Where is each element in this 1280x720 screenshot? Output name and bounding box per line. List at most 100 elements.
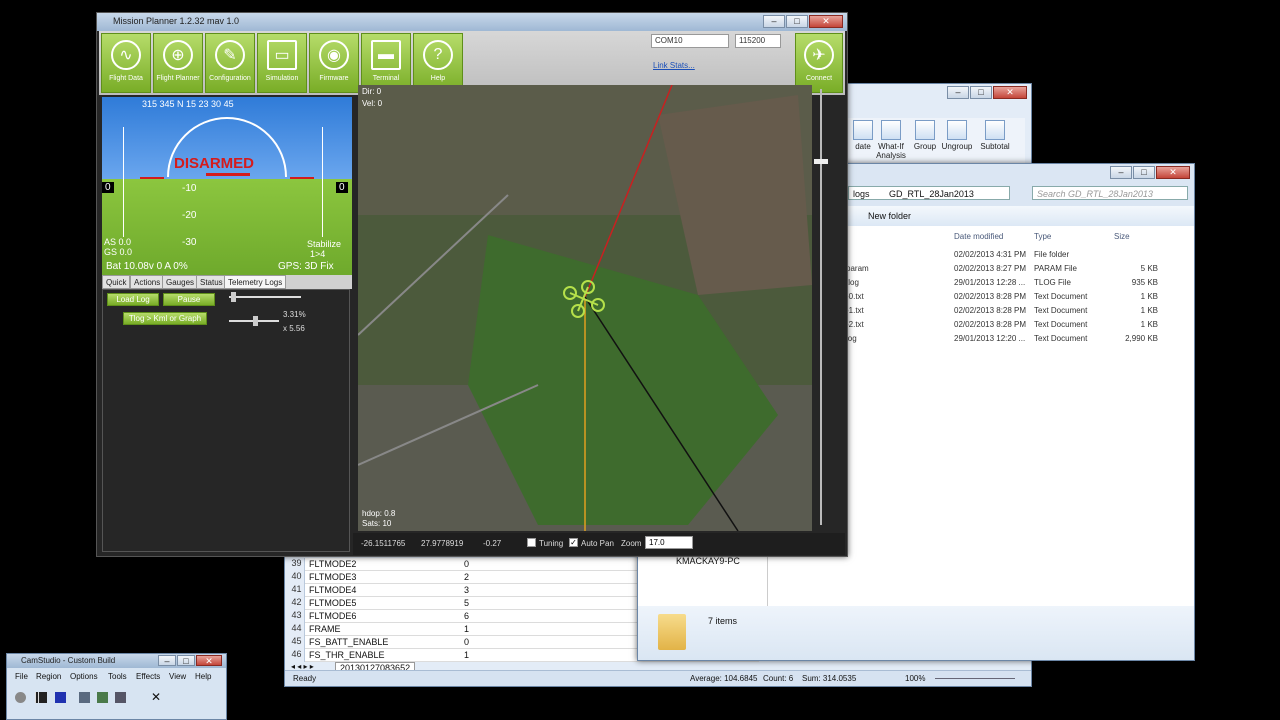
- minimize-icon[interactable]: –: [763, 15, 785, 28]
- param-name[interactable]: FRAME: [309, 624, 341, 634]
- maximize-icon[interactable]: □: [177, 655, 195, 666]
- record-icon[interactable]: [15, 692, 26, 703]
- close-icon[interactable]: ✕: [1156, 166, 1190, 179]
- ribbon-subtotal[interactable]: Subtotal: [977, 118, 1013, 151]
- close-icon[interactable]: ✕: [196, 655, 222, 666]
- menu-region[interactable]: Region: [36, 672, 61, 681]
- minimize-icon[interactable]: –: [1110, 166, 1132, 179]
- minimize-icon[interactable]: –: [947, 86, 969, 99]
- tab-gauges[interactable]: Gauges: [162, 275, 199, 289]
- file-name: -2.txt: [846, 320, 864, 329]
- settings-icon[interactable]: [115, 692, 126, 703]
- param-value[interactable]: 5: [459, 598, 469, 608]
- menu-help[interactable]: Help: [195, 672, 211, 681]
- flight-data-button[interactable]: ∿ Flight Data: [101, 33, 151, 93]
- tab-status[interactable]: Status: [196, 275, 227, 289]
- cursor-icon[interactable]: ✕: [151, 690, 161, 704]
- new-folder-button[interactable]: New folder: [868, 211, 911, 221]
- maximize-icon[interactable]: □: [970, 86, 992, 99]
- ribbon-label: Group: [913, 142, 937, 151]
- log-progress-slider[interactable]: [229, 296, 301, 298]
- tab-quick[interactable]: Quick: [102, 275, 131, 289]
- param-value[interactable]: 0: [459, 637, 469, 647]
- load-log-button[interactable]: Load Log: [107, 293, 159, 306]
- auto-pan-checkbox[interactable]: ✓: [569, 538, 578, 547]
- flight-planner-button[interactable]: ⊕ Flight Planner: [153, 33, 203, 93]
- maximize-icon[interactable]: □: [1133, 166, 1155, 179]
- button-label: Help: [430, 75, 446, 82]
- terminal-button[interactable]: ▬ Terminal: [361, 33, 411, 93]
- menu-view[interactable]: View: [169, 672, 186, 681]
- battery-status: Bat 10.08v 0 A 0%: [106, 261, 188, 272]
- ribbon-label: date: [855, 142, 871, 151]
- slider-thumb[interactable]: [231, 292, 236, 302]
- menu-file[interactable]: File: [15, 672, 28, 681]
- cam-title-buttons: – □ ✕: [158, 655, 222, 666]
- param-value[interactable]: 0: [459, 559, 469, 569]
- configuration-button[interactable]: ✎ Configuration: [205, 33, 255, 93]
- row-number: 42: [289, 597, 305, 610]
- zoom-slider[interactable]: [935, 678, 1015, 679]
- help-button[interactable]: ? Help: [413, 33, 463, 93]
- velocity-readout: Vel: 0: [362, 99, 383, 108]
- param-name[interactable]: FLTMODE3: [309, 572, 356, 582]
- pause-button[interactable]: Pause: [163, 293, 215, 306]
- tab-actions[interactable]: Actions: [130, 275, 165, 289]
- breadcrumb[interactable]: logs: [853, 189, 870, 199]
- param-name[interactable]: FS_BATT_ENABLE: [309, 637, 388, 647]
- ribbon-what-if[interactable]: What-If Analysis: [873, 118, 909, 160]
- mission-planner-window[interactable]: Mission Planner 1.2.32 mav 1.0 – □ ✕ ∿ Fl…: [96, 12, 848, 557]
- maximize-icon[interactable]: □: [786, 15, 808, 28]
- tab-telemetry-logs[interactable]: Telemetry Logs: [224, 275, 287, 289]
- zoom-thumb[interactable]: [814, 159, 828, 164]
- close-icon[interactable]: ✕: [993, 86, 1027, 99]
- param-value[interactable]: 1: [459, 624, 469, 634]
- param-value[interactable]: 1: [459, 650, 469, 660]
- link-stats-link[interactable]: Link Stats...: [653, 61, 695, 70]
- altitude-readout: 0: [336, 182, 348, 193]
- param-name[interactable]: FLTMODE2: [309, 559, 356, 569]
- baud-select[interactable]: 115200: [735, 34, 781, 48]
- region-icon[interactable]: [79, 692, 90, 703]
- param-value[interactable]: 6: [459, 611, 469, 621]
- menu-tools[interactable]: Tools: [108, 672, 127, 681]
- minimize-icon[interactable]: –: [158, 655, 176, 666]
- satellite-map[interactable]: Dir: 0 Vel: 0 hdop: 0.8 Sats: 10: [358, 85, 812, 531]
- what-if-icon: [881, 120, 901, 140]
- zoom-input[interactable]: 17.0: [645, 536, 693, 549]
- breadcrumb[interactable]: GD_RTL_28Jan2013: [889, 189, 974, 199]
- ribbon-ungroup[interactable]: Ungroup: [939, 118, 975, 151]
- menu-options[interactable]: Options: [70, 672, 98, 681]
- column-date[interactable]: Date modified: [954, 232, 1003, 241]
- firmware-button[interactable]: ◉ Firmware: [309, 33, 359, 93]
- connect-button[interactable]: ✈ Connect: [795, 33, 843, 93]
- ribbon-group[interactable]: Group: [907, 118, 943, 151]
- column-type[interactable]: Type: [1034, 232, 1051, 241]
- com-port-select[interactable]: COM10: [651, 34, 729, 48]
- param-name[interactable]: FLTMODE4: [309, 585, 356, 595]
- camstudio-window[interactable]: CamStudio - Custom Build – □ ✕ File Regi…: [6, 653, 227, 720]
- zoom-track[interactable]: [814, 89, 828, 525]
- param-name[interactable]: FS_THR_ENABLE: [309, 650, 385, 660]
- column-size[interactable]: Size: [1114, 232, 1130, 241]
- satellite-icon: ✈: [804, 40, 834, 70]
- tuning-checkbox[interactable]: [527, 538, 536, 547]
- search-input[interactable]: Search GD_RTL_28Jan2013: [1032, 186, 1188, 200]
- stop-icon[interactable]: [55, 692, 66, 703]
- camera-icon[interactable]: [97, 692, 108, 703]
- address-bar[interactable]: logs GD_RTL_28Jan2013: [848, 186, 1010, 200]
- tlog-kml-graph-button[interactable]: Tlog > Kml or Graph: [123, 312, 207, 325]
- menu-effects[interactable]: Effects: [136, 672, 160, 681]
- param-value[interactable]: 2: [459, 572, 469, 582]
- pause-icon[interactable]: [35, 692, 47, 703]
- tuning-label: Tuning: [539, 539, 564, 548]
- network-pc-item[interactable]: KMACKAY9-PC: [676, 556, 740, 566]
- param-name[interactable]: FLTMODE6: [309, 611, 356, 621]
- speed-thumb[interactable]: [253, 316, 258, 326]
- param-value[interactable]: 3: [459, 585, 469, 595]
- close-icon[interactable]: ✕: [809, 15, 843, 28]
- file-name: -1.txt: [846, 306, 864, 315]
- simulation-button[interactable]: ▭ Simulation: [257, 33, 307, 93]
- zoom-level: 100%: [905, 674, 926, 683]
- param-name[interactable]: FLTMODE5: [309, 598, 356, 608]
